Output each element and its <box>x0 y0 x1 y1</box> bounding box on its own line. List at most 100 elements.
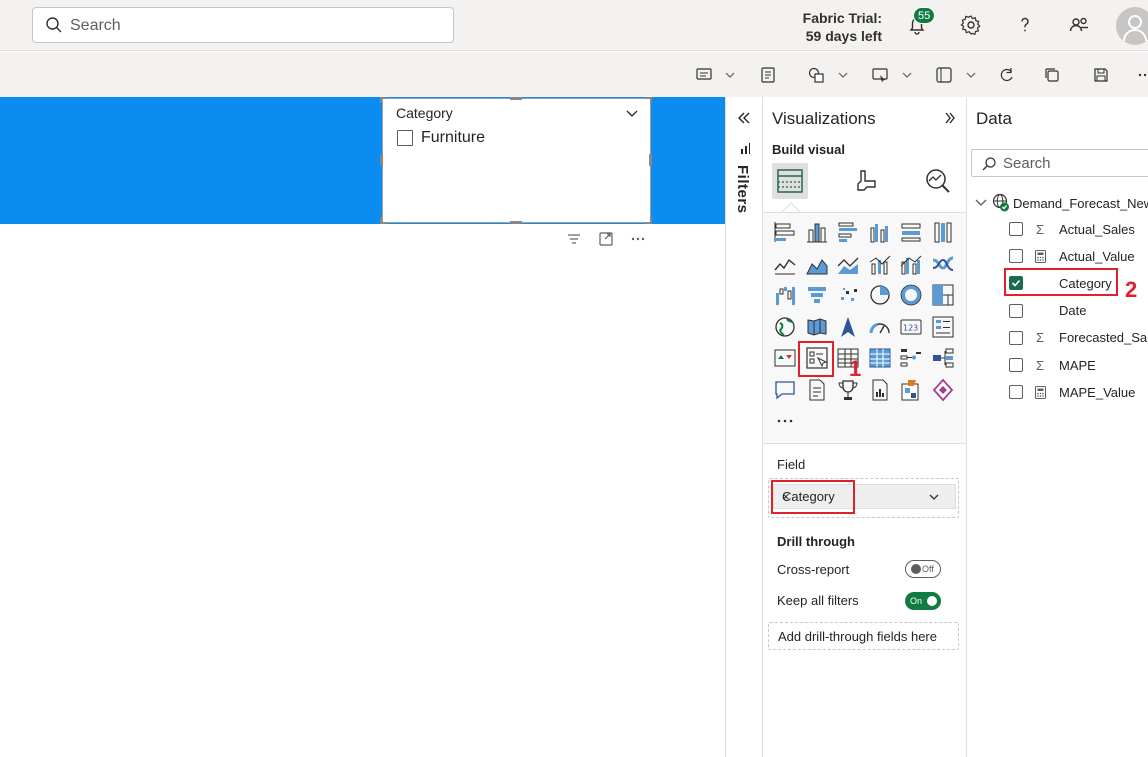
more-options-icon[interactable] <box>1136 66 1148 84</box>
calculator-icon <box>1029 249 1051 263</box>
power-automate-icon[interactable] <box>931 378 955 402</box>
line-chart-icon[interactable] <box>773 252 797 276</box>
chevron-down-icon[interactable] <box>725 70 735 80</box>
resize-handle[interactable] <box>380 154 383 166</box>
avatar[interactable] <box>1116 7 1148 45</box>
gauge-icon[interactable] <box>868 315 892 339</box>
resize-handle[interactable] <box>650 217 652 224</box>
share-people-icon[interactable] <box>1067 13 1091 37</box>
help-icon[interactable] <box>1013 13 1037 37</box>
donut-chart-icon[interactable] <box>899 283 923 307</box>
copy-icon[interactable] <box>1043 66 1061 84</box>
resize-handle[interactable] <box>380 222 387 224</box>
card-icon[interactable]: 123 <box>899 315 923 339</box>
100-stacked-column-chart-icon[interactable] <box>931 220 955 244</box>
resize-handle[interactable] <box>510 221 522 224</box>
visualizations-title: Visualizations <box>772 109 876 128</box>
comment-icon[interactable] <box>695 66 713 84</box>
resize-handle[interactable] <box>650 97 652 103</box>
collapse-left-icon[interactable] <box>737 112 751 124</box>
trial-status[interactable]: Fabric Trial: 59 days left <box>790 9 882 45</box>
analytics-tab[interactable] <box>920 163 956 199</box>
slicer-checkbox[interactable] <box>397 130 413 146</box>
chevron-down-icon[interactable] <box>966 70 976 80</box>
smart-narrative-icon[interactable] <box>805 378 829 402</box>
field-checkbox[interactable] <box>1009 330 1023 345</box>
field-row[interactable]: Actual_Value <box>1009 246 1135 266</box>
report-canvas[interactable]: Category Furniture <box>0 97 726 757</box>
cross-report-toggle[interactable]: Off <box>905 560 941 578</box>
chevron-down-icon[interactable] <box>902 70 912 80</box>
chevron-down-icon[interactable] <box>975 198 987 208</box>
ribbon-chart-icon[interactable] <box>931 252 955 276</box>
field-row[interactable]: Σ Actual_Sales <box>1009 219 1135 239</box>
field-name: MAPE <box>1059 357 1096 373</box>
save-icon[interactable] <box>1092 66 1110 84</box>
shapes-icon[interactable] <box>807 66 825 84</box>
chevron-down-icon[interactable] <box>626 107 638 119</box>
slicer-item[interactable]: Furniture <box>397 129 485 147</box>
global-search-box[interactable]: Search <box>32 7 454 43</box>
stacked-column-chart-icon[interactable] <box>805 220 829 244</box>
stacked-bar-chart-icon[interactable] <box>773 220 797 244</box>
azure-map-icon[interactable] <box>836 315 860 339</box>
layout-icon[interactable] <box>935 66 953 84</box>
resize-handle[interactable] <box>649 154 652 166</box>
resize-handle[interactable] <box>510 97 522 100</box>
area-chart-icon[interactable] <box>805 252 829 276</box>
field-checkbox[interactable] <box>1009 222 1023 236</box>
treemap-icon[interactable] <box>931 283 955 307</box>
clustered-bar-chart-icon[interactable] <box>836 220 860 244</box>
focus-mode-icon[interactable] <box>598 232 614 246</box>
field-checkbox[interactable] <box>1009 385 1023 400</box>
filters-label[interactable]: Filters <box>734 165 751 214</box>
filter-lines-icon[interactable] <box>566 232 582 246</box>
field-row[interactable]: MAPE_Value <box>1009 382 1135 402</box>
annotation-box-1 <box>798 341 834 377</box>
decomposition-tree-icon[interactable] <box>899 346 923 370</box>
line-column-chart-icon[interactable] <box>868 252 892 276</box>
field-row[interactable]: Date <box>1009 301 1086 321</box>
keep-filters-toggle[interactable]: On <box>905 592 941 610</box>
chevron-down-icon[interactable] <box>838 70 848 80</box>
clustered-column-chart-icon[interactable] <box>868 220 892 244</box>
collapse-right-icon[interactable] <box>944 112 956 124</box>
category-slicer[interactable]: Category Furniture <box>382 98 651 223</box>
user-icon <box>1123 15 1147 42</box>
data-search-input[interactable]: Search <box>971 149 1148 177</box>
build-visual-tab[interactable] <box>772 163 808 199</box>
present-icon[interactable] <box>871 66 889 84</box>
more-visuals-icon[interactable] <box>773 409 797 433</box>
drill-through-drop-zone[interactable]: Add drill-through fields here <box>768 622 959 650</box>
format-visual-tab[interactable] <box>847 163 883 199</box>
power-apps-icon[interactable] <box>899 378 923 402</box>
notes-icon[interactable] <box>759 66 777 84</box>
key-influencers-icon[interactable] <box>931 346 955 370</box>
chevron-down-icon[interactable] <box>929 493 939 501</box>
field-row[interactable]: Σ MAPE <box>1009 355 1096 375</box>
line-clustered-column-chart-icon[interactable] <box>899 252 923 276</box>
kpi-icon[interactable] <box>773 346 797 370</box>
funnel-chart-icon[interactable] <box>805 283 829 307</box>
100-stacked-bar-chart-icon[interactable] <box>899 220 923 244</box>
field-checkbox[interactable] <box>1009 303 1023 318</box>
more-options-icon[interactable] <box>630 232 646 246</box>
multi-row-card-icon[interactable] <box>931 315 955 339</box>
refresh-icon[interactable] <box>998 66 1016 84</box>
qna-icon[interactable] <box>773 378 797 402</box>
field-checkbox[interactable] <box>1009 358 1023 372</box>
field-checkbox[interactable] <box>1009 249 1023 264</box>
matrix-icon[interactable] <box>868 346 892 370</box>
field-row[interactable]: Σ Forecasted_Sales <box>1009 328 1148 348</box>
map-icon[interactable] <box>773 315 797 339</box>
table-node[interactable]: Demand_Forecast_New <box>975 193 1148 213</box>
filters-pane-collapsed[interactable]: Filters <box>726 97 763 757</box>
paginated-report-icon[interactable] <box>868 378 892 402</box>
filled-map-icon[interactable] <box>805 315 829 339</box>
pie-chart-icon[interactable] <box>868 283 892 307</box>
resize-handle[interactable] <box>380 97 382 103</box>
gear-icon[interactable] <box>959 13 983 37</box>
scatter-chart-icon[interactable] <box>836 283 860 307</box>
waterfall-chart-icon[interactable] <box>773 283 797 307</box>
stacked-area-chart-icon[interactable] <box>836 252 860 276</box>
